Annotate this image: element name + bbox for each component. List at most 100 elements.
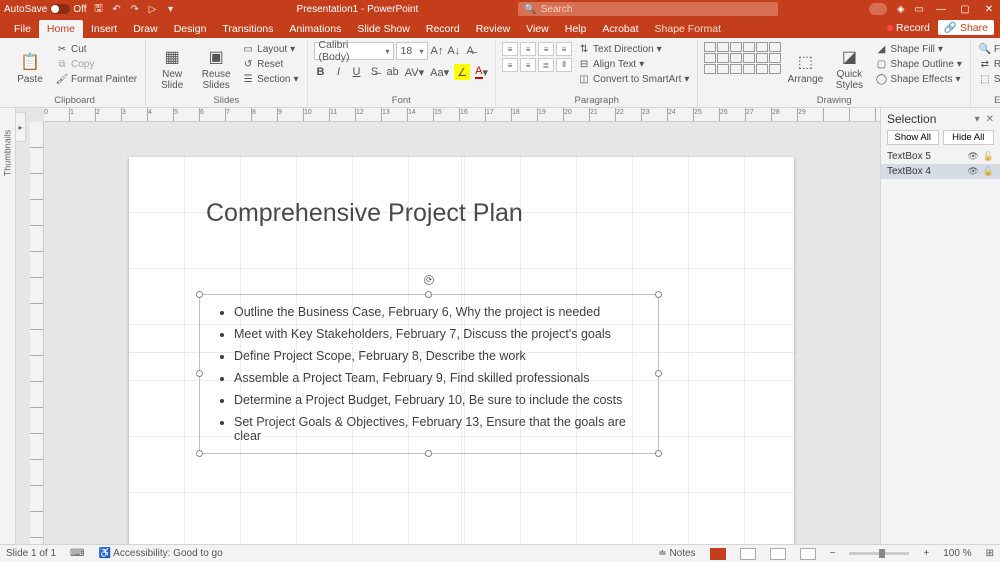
reuse-slides-button[interactable]: ▣Reuse Slides bbox=[196, 42, 236, 95]
tab-help[interactable]: Help bbox=[557, 20, 595, 38]
tab-view[interactable]: View bbox=[518, 20, 557, 38]
record-button[interactable]: Record bbox=[887, 22, 930, 34]
layout-button[interactable]: ▭Layout ▾ bbox=[240, 42, 300, 56]
replace-button[interactable]: ⇄Replace ▾ bbox=[977, 57, 1000, 71]
reset-button[interactable]: ↺Reset bbox=[240, 57, 300, 71]
tab-transitions[interactable]: Transitions bbox=[214, 20, 281, 38]
resize-handle[interactable] bbox=[655, 450, 662, 457]
tab-home[interactable]: Home bbox=[39, 20, 83, 38]
visibility-icon[interactable]: 👁 bbox=[967, 166, 978, 177]
resize-handle[interactable] bbox=[196, 291, 203, 298]
section-button[interactable]: ☰Section ▾ bbox=[240, 72, 300, 86]
new-slide-button[interactable]: ▦New Slide bbox=[152, 42, 192, 95]
slide[interactable]: Comprehensive Project Plan ⟳ Outline the… bbox=[129, 157, 794, 544]
horizontal-ruler[interactable]: 0123456789101112131415161718192021222324… bbox=[44, 108, 880, 122]
app-mode-icon[interactable]: ▭ bbox=[915, 4, 924, 15]
save-icon[interactable]: 🖫 bbox=[93, 3, 105, 15]
hide-all-button[interactable]: Hide All bbox=[943, 130, 995, 145]
tab-draw[interactable]: Draw bbox=[125, 20, 166, 38]
font-color-button[interactable]: A▾ bbox=[474, 64, 489, 80]
zoom-in-button[interactable]: + bbox=[923, 548, 929, 559]
strikethrough-button[interactable]: S̶ bbox=[368, 64, 382, 80]
increase-font-button[interactable]: A↑ bbox=[430, 43, 445, 59]
resize-handle[interactable] bbox=[196, 450, 203, 457]
slide-title-textbox[interactable]: Comprehensive Project Plan bbox=[206, 199, 523, 228]
select-button[interactable]: ⬚Select ▾ bbox=[977, 72, 1000, 86]
copy-button[interactable]: ⧉Copy bbox=[54, 57, 139, 71]
show-all-button[interactable]: Show All bbox=[887, 130, 939, 145]
canvas[interactable]: Comprehensive Project Plan ⟳ Outline the… bbox=[44, 122, 880, 544]
search-box[interactable]: 🔍 bbox=[518, 2, 778, 16]
autosave-toggle[interactable]: AutoSave Off bbox=[4, 4, 87, 15]
underline-button[interactable]: U bbox=[350, 64, 364, 80]
sorter-view-button[interactable] bbox=[740, 548, 756, 560]
visibility-icon[interactable]: 👁 bbox=[967, 151, 978, 162]
font-size-select[interactable]: 18 bbox=[396, 42, 428, 60]
selection-pane-dropdown-icon[interactable]: ▾ bbox=[975, 114, 980, 125]
bullet-item[interactable]: Set Project Goals & Objectives, February… bbox=[234, 411, 644, 447]
slideshow-view-button[interactable] bbox=[800, 548, 816, 560]
accessibility-status[interactable]: ♿ Accessibility: Good to go bbox=[98, 548, 222, 559]
shape-effects-button[interactable]: ◯Shape Effects ▾ bbox=[873, 72, 963, 86]
thumbnails-toggle[interactable]: ▸ bbox=[16, 112, 26, 142]
vertical-ruler[interactable] bbox=[30, 122, 44, 544]
resize-handle[interactable] bbox=[655, 291, 662, 298]
selection-pane-close-icon[interactable]: ✕ bbox=[986, 114, 994, 125]
tab-design[interactable]: Design bbox=[166, 20, 215, 38]
char-spacing-button[interactable]: AV▾ bbox=[404, 64, 425, 80]
lock-icon[interactable]: 🔓 bbox=[983, 151, 994, 162]
shadow-button[interactable]: ab bbox=[386, 64, 400, 80]
tab-review[interactable]: Review bbox=[468, 20, 518, 38]
tab-record[interactable]: Record bbox=[418, 20, 468, 38]
maximize-icon[interactable]: ▢ bbox=[958, 4, 972, 15]
paste-button[interactable]: 📋Paste bbox=[10, 42, 50, 95]
change-case-button[interactable]: Aa▾ bbox=[429, 64, 450, 80]
highlight-button[interactable]: ∠ bbox=[454, 64, 470, 80]
bold-button[interactable]: B bbox=[314, 64, 328, 80]
clear-format-button[interactable]: A̶ bbox=[463, 43, 477, 59]
normal-view-button[interactable] bbox=[710, 548, 726, 560]
close-icon[interactable]: ✕ bbox=[982, 4, 996, 15]
bullet-item[interactable]: Assemble a Project Team, February 9, Fin… bbox=[234, 367, 644, 389]
tab-acrobat[interactable]: Acrobat bbox=[594, 20, 646, 38]
tab-animations[interactable]: Animations bbox=[281, 20, 349, 38]
find-button[interactable]: 🔍Find bbox=[977, 42, 1000, 56]
share-button[interactable]: 🔗Share bbox=[938, 20, 994, 35]
start-slideshow-icon[interactable]: ▷ bbox=[147, 3, 159, 15]
tab-shape-format[interactable]: Shape Format bbox=[647, 20, 730, 38]
minimize-icon[interactable]: — bbox=[934, 4, 948, 15]
shapes-gallery[interactable] bbox=[704, 42, 781, 95]
reading-view-button[interactable] bbox=[770, 548, 786, 560]
text-direction-button[interactable]: ⇅Text Direction ▾ bbox=[576, 42, 691, 56]
undo-icon[interactable]: ↶ bbox=[111, 3, 123, 15]
account-avatar[interactable] bbox=[869, 3, 887, 15]
content-textbox[interactable]: ⟳ Outline the Business Case, February 6,… bbox=[199, 294, 659, 454]
arrange-button[interactable]: ⬚Arrange bbox=[785, 42, 825, 95]
bullet-item[interactable]: Outline the Business Case, February 6, W… bbox=[234, 301, 644, 323]
language-indicator[interactable]: ⌨ bbox=[70, 548, 84, 559]
diamond-icon[interactable]: ◈ bbox=[897, 4, 905, 15]
list-align-grid[interactable]: ≡≡≡≡ ≡≡≣⫴ bbox=[502, 42, 572, 72]
slide-counter[interactable]: Slide 1 of 1 bbox=[6, 548, 56, 559]
zoom-level[interactable]: 100 % bbox=[943, 548, 971, 559]
align-text-button[interactable]: ⊟Align Text ▾ bbox=[576, 57, 691, 71]
bullet-item[interactable]: Determine a Project Budget, February 10,… bbox=[234, 389, 644, 411]
lock-icon[interactable]: 🔓 bbox=[983, 166, 994, 177]
qat-dropdown-icon[interactable]: ▾ bbox=[165, 3, 177, 15]
shape-outline-button[interactable]: ▢Shape Outline ▾ bbox=[873, 57, 963, 71]
bullet-item[interactable]: Define Project Scope, February 8, Descri… bbox=[234, 345, 644, 367]
redo-icon[interactable]: ↷ bbox=[129, 3, 141, 15]
selection-item[interactable]: TextBox 5👁🔓 bbox=[881, 149, 1000, 164]
fit-to-window-button[interactable]: ⊞ bbox=[986, 548, 994, 559]
resize-handle[interactable] bbox=[425, 291, 432, 298]
zoom-out-button[interactable]: − bbox=[830, 548, 836, 559]
search-input[interactable] bbox=[541, 4, 773, 15]
notes-button[interactable]: ≐ Notes bbox=[658, 548, 695, 559]
tab-insert[interactable]: Insert bbox=[83, 20, 125, 38]
convert-smartart-button[interactable]: ◫Convert to SmartArt ▾ bbox=[576, 72, 691, 86]
format-painter-button[interactable]: 🖌Format Painter bbox=[54, 72, 139, 86]
bullet-list[interactable]: Outline the Business Case, February 6, W… bbox=[200, 295, 658, 453]
tab-slideshow[interactable]: Slide Show bbox=[349, 20, 418, 38]
font-name-select[interactable]: Calibri (Body) bbox=[314, 42, 394, 60]
quick-styles-button[interactable]: ◪Quick Styles bbox=[829, 42, 869, 95]
